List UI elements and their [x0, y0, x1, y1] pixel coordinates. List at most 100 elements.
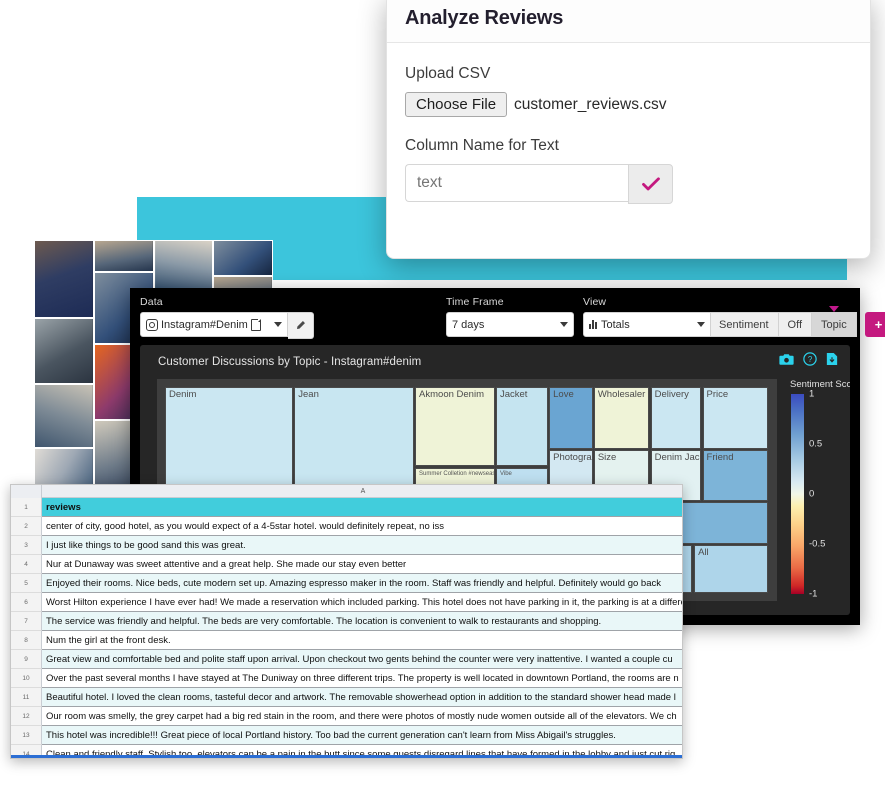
colorbar-tick: 0 [809, 488, 815, 500]
collage-photo [34, 384, 94, 448]
review-text-cell[interactable]: I just like things to be good sand this … [42, 536, 682, 555]
colorbar-tick: -0.5 [809, 538, 826, 550]
treemap-tile[interactable]: All [694, 544, 768, 593]
segment-topic[interactable]: Topic [812, 306, 857, 337]
table-row[interactable]: 3I just like things to be good sand this… [11, 536, 682, 555]
review-text-cell[interactable]: Beautiful hotel. I loved the clean rooms… [42, 688, 682, 707]
view-select[interactable]: Totals [583, 312, 711, 337]
collage-column [34, 240, 94, 496]
help-icon[interactable]: ? [803, 352, 817, 366]
table-row[interactable]: 11 Beautiful hotel. I loved the clean roo… [11, 688, 682, 707]
spreadsheet-corner-cell[interactable] [11, 485, 42, 498]
review-text-cell[interactable]: This hotel was incredible!!! Great piece… [42, 726, 682, 745]
treemap-tile-label: Jacket [499, 389, 528, 400]
treemap-tile[interactable]: Jacket [495, 387, 548, 467]
table-row[interactable]: 5 Enjoyed their rooms. Nice beds, cute mo… [11, 574, 682, 593]
row-number[interactable]: 11 [11, 688, 42, 707]
timeframe-control-group: Time Frame 7 days [446, 296, 574, 337]
treemap-tile-label: Delivery [654, 389, 689, 400]
treemap-tile[interactable]: Akmoon Denim [415, 387, 495, 467]
review-text-cell[interactable]: Enjoyed their rooms. Nice beds, cute mod… [42, 574, 682, 593]
chart-title: Customer Discussions by Topic - Instagra… [158, 356, 422, 368]
review-text-cell[interactable]: Num the girl at the front desk. [42, 631, 682, 650]
table-row[interactable]: 12 Our room was smelly, the grey carpet h… [11, 707, 682, 726]
download-icon[interactable] [826, 352, 838, 366]
review-text-cell[interactable]: Worst Hilton experience I have ever had!… [42, 593, 682, 612]
treemap-tile[interactable]: Friend [702, 449, 768, 502]
selected-marker-icon [828, 306, 839, 312]
review-text-cell[interactable]: Our room was smelly, the grey carpet had… [42, 707, 682, 726]
edit-data-button[interactable] [288, 312, 314, 339]
data-source-select[interactable]: Instagram#Denim [140, 312, 288, 337]
treemap-tile-label: Price [706, 389, 729, 400]
table-row[interactable]: 6 Worst Hilton experience I have ever had… [11, 593, 682, 612]
treemap-tile-label: Friend [706, 451, 734, 463]
row-number[interactable]: 10 [11, 669, 42, 688]
column-name-input[interactable] [405, 164, 628, 202]
colorbar-tick: 1 [809, 388, 815, 400]
data-control-group: Data Instagram#Denim [140, 296, 314, 339]
colorbar-gradient [791, 394, 804, 594]
row-number[interactable]: 2 [11, 517, 42, 536]
confirm-column-button[interactable] [628, 164, 673, 204]
camera-icon[interactable] [779, 353, 794, 366]
treemap-tile-label: Denim [169, 389, 197, 400]
column-header-a[interactable]: A [42, 485, 682, 498]
review-text-cell[interactable]: The service was friendly and helpful. Th… [42, 612, 682, 631]
row-number[interactable]: 3 [11, 536, 42, 555]
instagram-icon [146, 318, 158, 331]
spreadsheet-bottom-accent [11, 755, 682, 758]
treemap-tile-label: Akmoon Denim [419, 389, 484, 400]
colorbar-tick: -1 [809, 588, 818, 600]
row-number[interactable]: 7 [11, 612, 42, 631]
treemap-tile-label: Size [597, 451, 617, 463]
choose-file-button[interactable]: Choose File [405, 92, 508, 117]
treemap-tile-label: Jean [298, 389, 319, 400]
treemap-tile[interactable]: Love [549, 387, 593, 449]
segment-off[interactable]: Off [778, 312, 813, 337]
row-number[interactable]: 12 [11, 707, 42, 726]
pencil-icon [296, 321, 305, 330]
colorbar-tick: 0.5 [809, 438, 823, 450]
treemap-tile-label: All [698, 546, 709, 558]
dialog-body: Upload CSV Choose File customer_reviews.… [387, 43, 870, 226]
chevron-down-icon [274, 322, 282, 327]
table-row[interactable]: 9 Great view and comfortable bed and poli… [11, 650, 682, 669]
table-row[interactable]: 8 Num the girl at the front desk. [11, 631, 682, 650]
review-text-cell[interactable]: Nur at Dunaway was sweet attentive and a… [42, 555, 682, 574]
table-row[interactable]: 10 Over the past several months I have st… [11, 669, 682, 688]
column-header-cell[interactable]: reviews [42, 498, 682, 517]
collage-photo [34, 318, 94, 384]
row-number[interactable]: 1 [11, 498, 42, 517]
collage-photo [153, 240, 214, 290]
treemap-tile[interactable]: Wholesaler [593, 387, 650, 449]
treemap-tile[interactable]: Price [702, 387, 768, 449]
chevron-down-icon [697, 322, 705, 327]
table-row[interactable]: 7 The service was friendly and helpful. T… [11, 612, 682, 631]
treemap-tile[interactable]: Delivery [650, 387, 702, 449]
segment-off-label: Off [787, 318, 803, 331]
table-row[interactable]: 2 center of city, good hotel, as you woul… [11, 517, 682, 536]
data-label: Data [140, 296, 163, 308]
row-number[interactable]: 6 [11, 593, 42, 612]
row-number[interactable]: 8 [11, 631, 42, 650]
review-text-cell[interactable]: Over the past several months I have stay… [42, 669, 682, 688]
review-text-cell[interactable]: center of city, good hotel, as you would… [42, 517, 682, 536]
review-text-cell[interactable]: Great view and comfortable bed and polit… [42, 650, 682, 669]
row-number[interactable]: 9 [11, 650, 42, 669]
view-value: Totals [601, 318, 630, 331]
row-number[interactable]: 13 [11, 726, 42, 745]
table-row[interactable]: 1 reviews [11, 498, 682, 517]
document-icon [250, 318, 261, 331]
table-row[interactable]: 13 This hotel was incredible!!! Great pie… [11, 726, 682, 745]
add-monitor-button[interactable]: + Monitor [864, 312, 885, 337]
table-row[interactable]: 4 Nur at Dunaway was sweet attentive and … [11, 555, 682, 574]
timeframe-select[interactable]: 7 days [446, 312, 574, 337]
segment-sentiment-label: Sentiment [719, 318, 769, 331]
segment-sentiment[interactable]: Sentiment [710, 312, 779, 337]
view-control-group: View Totals Sentiment Off Topic + [583, 296, 885, 337]
row-number[interactable]: 5 [11, 574, 42, 593]
row-number[interactable]: 4 [11, 555, 42, 574]
collage-photo [93, 240, 154, 272]
treemap-tile-label: Photography [553, 451, 592, 463]
